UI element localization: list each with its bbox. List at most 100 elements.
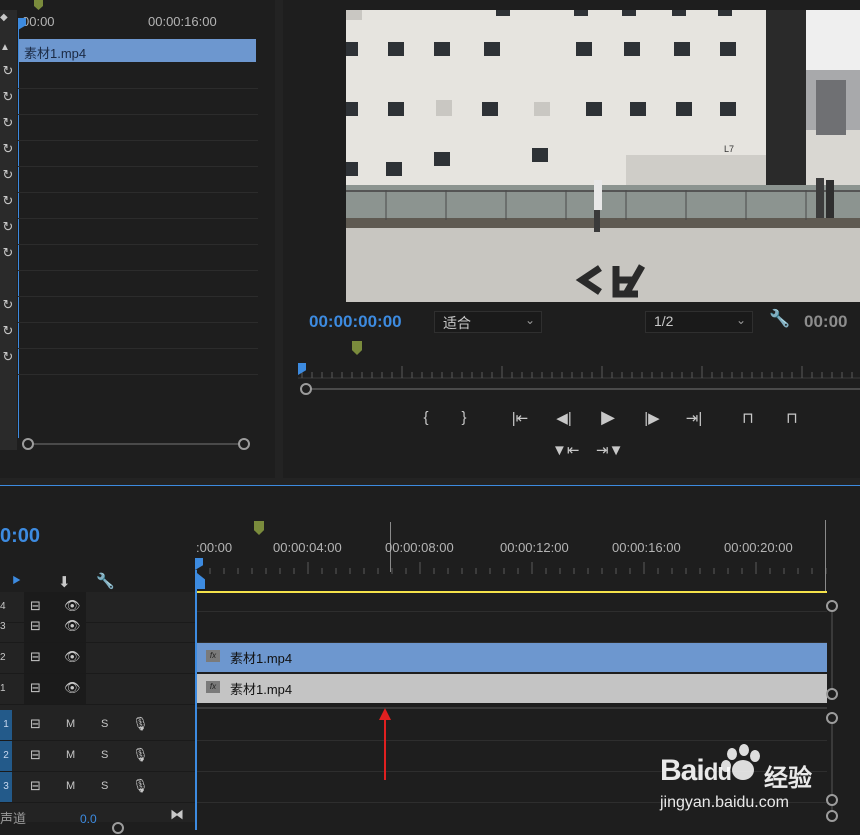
microphone-icon[interactable]: 🎙 bbox=[132, 778, 149, 794]
timeline-tick-label: 00:00:08:00 bbox=[385, 540, 454, 555]
eye-icon[interactable]: 👁 bbox=[64, 680, 81, 696]
track-sync-lock-icon[interactable]: ↻ bbox=[0, 245, 16, 267]
video-track-header[interactable]: 1 ⊟ 👁 bbox=[0, 674, 195, 705]
source-panel bbox=[0, 0, 275, 478]
work-area-bar[interactable] bbox=[196, 591, 827, 593]
step-back-button[interactable]: ◀| bbox=[552, 409, 576, 427]
source-collapse-icon[interactable]: ▲ bbox=[0, 42, 10, 53]
track-sync-lock-icon[interactable]: ↻ bbox=[0, 193, 16, 215]
video-tracks-scrollbar[interactable] bbox=[826, 600, 838, 700]
chevron-down-icon: ⌄ bbox=[524, 313, 535, 327]
track-sync-lock-icon[interactable]: ↻ bbox=[0, 297, 16, 319]
wrench-icon[interactable]: 🔧 bbox=[769, 309, 790, 329]
go-to-out-button[interactable]: ⇥| bbox=[682, 409, 706, 427]
mute-button[interactable]: M bbox=[66, 718, 75, 730]
audio-track-header[interactable]: 2 ⊟ M S 🎙 bbox=[0, 741, 195, 772]
track-sync-lock-icon[interactable]: ↻ bbox=[0, 63, 16, 85]
toggle-sync-icon[interactable]: ⊟ bbox=[30, 778, 41, 794]
video-track-id: 2 bbox=[0, 652, 6, 663]
toggle-sync-icon[interactable]: ⊟ bbox=[30, 618, 41, 634]
track-sync-lock-icon[interactable]: ↻ bbox=[0, 219, 16, 241]
video-track-id: 1 bbox=[0, 683, 6, 694]
timeline-tick-label: 00:00:20:00 bbox=[724, 540, 793, 555]
audio-track-header[interactable]: 1 ⊟ M S 🎙 bbox=[0, 710, 195, 741]
source-track-divider bbox=[18, 218, 258, 219]
building-scene-image: L7 bbox=[346, 10, 860, 302]
lift-button[interactable]: ▼⇤ bbox=[552, 441, 579, 459]
track-sync-lock-icon[interactable]: ↻ bbox=[0, 323, 16, 345]
fx-badge-icon: fx bbox=[206, 650, 220, 662]
audio-track-id[interactable]: 1 bbox=[0, 710, 12, 740]
go-to-in-button[interactable]: |⇤ bbox=[508, 409, 532, 427]
track-sync-lock-icon[interactable]: ↻ bbox=[0, 349, 16, 371]
track-sync-lock-icon[interactable]: ↻ bbox=[0, 115, 16, 137]
baidu-brand-cn: 经验 bbox=[764, 765, 812, 792]
annotation-arrow-icon bbox=[379, 708, 391, 780]
microphone-icon[interactable]: 🎙 bbox=[132, 747, 149, 763]
overwrite-button[interactable]: ⊓ bbox=[780, 409, 804, 427]
source-track-divider bbox=[18, 114, 258, 115]
insert-button[interactable]: ⊓ bbox=[736, 409, 760, 427]
toggle-sync-icon[interactable]: ⊟ bbox=[30, 716, 41, 732]
scroll-start-knob[interactable] bbox=[300, 383, 312, 395]
extract-button[interactable]: ⇥▼ bbox=[596, 441, 623, 459]
mute-button[interactable]: M bbox=[66, 780, 75, 792]
audio-track-id[interactable]: 3 bbox=[0, 772, 12, 802]
track-sync-lock-icon[interactable]: ↻ bbox=[0, 167, 16, 189]
eye-icon[interactable]: 👁 bbox=[64, 618, 81, 634]
solo-button[interactable]: S bbox=[101, 718, 108, 730]
source-track-divider bbox=[18, 88, 258, 89]
solo-button[interactable]: S bbox=[101, 780, 108, 792]
timeline-timecode[interactable]: 0:00 bbox=[0, 525, 40, 548]
timeline-wrench-icon[interactable]: 🔧 bbox=[96, 572, 115, 590]
source-horizontal-scrollbar[interactable] bbox=[22, 438, 250, 450]
fit-dropdown[interactable]: 适合 ⌄ bbox=[434, 311, 542, 333]
source-track-divider bbox=[18, 192, 258, 193]
video-track-header[interactable]: 3 ⊟ 👁 bbox=[0, 612, 195, 643]
scroll-top-knob[interactable] bbox=[826, 712, 838, 724]
toggle-sync-icon[interactable]: ⊟ bbox=[30, 680, 41, 696]
marker-icon[interactable]: ⬇ bbox=[58, 573, 71, 591]
svg-text:L7: L7 bbox=[724, 144, 734, 154]
source-track-divider bbox=[18, 270, 258, 271]
video-track-id: 4 bbox=[0, 601, 6, 612]
mark-out-button[interactable]: } bbox=[452, 409, 476, 426]
scroll-bottom-knob[interactable] bbox=[826, 688, 838, 700]
source-track-divider bbox=[18, 296, 258, 297]
timeline-tick-label: 00:00:12:00 bbox=[500, 540, 569, 555]
resolution-dropdown[interactable]: 1/2 ⌄ bbox=[645, 311, 753, 333]
timeline-clip-v1[interactable]: fx 素材1.mp4 bbox=[196, 674, 827, 703]
track-sync-lock-icon[interactable]: ↻ bbox=[0, 141, 16, 163]
scroll-top-knob[interactable] bbox=[826, 600, 838, 612]
timeline-clip-v2[interactable]: fx 素材1.mp4 bbox=[196, 643, 827, 672]
source-expand-icon[interactable]: ◆ bbox=[0, 12, 8, 23]
audio-track-id[interactable]: 2 bbox=[0, 741, 12, 771]
play-button[interactable]: ▶ bbox=[596, 407, 620, 428]
audio-track-header[interactable]: 3 ⊟ M S 🎙 bbox=[0, 772, 195, 803]
program-ruler[interactable] bbox=[298, 362, 860, 384]
solo-button[interactable]: S bbox=[101, 749, 108, 761]
source-timecode-start: 00:00 bbox=[22, 14, 55, 29]
mark-in-button[interactable]: { bbox=[414, 409, 438, 426]
eye-icon[interactable]: 👁 bbox=[64, 649, 81, 665]
program-duration-timecode: 00:00 bbox=[804, 312, 848, 331]
bowtie-icon[interactable]: ⧓ bbox=[170, 806, 184, 823]
track-sync-lock-icon[interactable]: ↻ bbox=[0, 89, 16, 111]
snap-icon[interactable]: ⯈ bbox=[10, 573, 22, 590]
toggle-sync-icon[interactable]: ⊟ bbox=[30, 649, 41, 665]
toggle-sync-icon[interactable]: ⊟ bbox=[30, 747, 41, 763]
timeline-end-line bbox=[825, 520, 826, 592]
video-audio-divider bbox=[196, 707, 827, 709]
master-volume-value[interactable]: 0.0 bbox=[80, 812, 97, 826]
program-horizontal-scrollbar[interactable] bbox=[298, 383, 860, 395]
mute-button[interactable]: M bbox=[66, 749, 75, 761]
program-timecode[interactable]: 00:00:00:00 bbox=[309, 312, 402, 332]
timeline-ruler[interactable] bbox=[196, 520, 828, 592]
scroll-start-knob[interactable] bbox=[22, 438, 34, 450]
microphone-icon[interactable]: 🎙 bbox=[132, 716, 149, 732]
timeline-hscroll-knob[interactable] bbox=[112, 822, 124, 834]
step-forward-button[interactable]: |▶ bbox=[640, 409, 664, 427]
scroll-end-knob[interactable] bbox=[238, 438, 250, 450]
video-track-header[interactable]: 2 ⊟ 👁 bbox=[0, 643, 195, 674]
chevron-down-icon: ⌄ bbox=[735, 313, 746, 327]
